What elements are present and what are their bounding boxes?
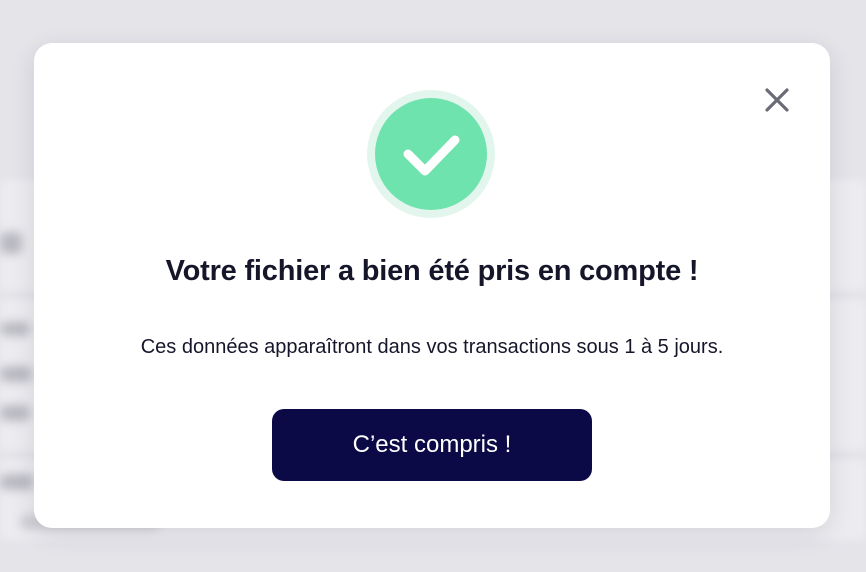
close-icon — [765, 88, 789, 112]
background-text-blur — [0, 232, 22, 254]
close-button[interactable] — [764, 87, 790, 113]
background-text-blur — [0, 405, 30, 421]
success-modal: Votre fichier a bien été pris en compte … — [34, 43, 830, 528]
background-text-blur — [0, 474, 34, 490]
modal-title: Votre fichier a bien été pris en compte … — [165, 255, 699, 287]
background-text-blur — [0, 366, 32, 382]
confirm-button[interactable]: C’est compris ! — [272, 409, 592, 481]
check-icon — [403, 135, 460, 176]
success-circle — [375, 98, 487, 210]
background-text-blur — [0, 322, 30, 336]
modal-message: Ces données apparaîtront dans vos transa… — [140, 336, 724, 358]
success-badge — [367, 90, 495, 218]
